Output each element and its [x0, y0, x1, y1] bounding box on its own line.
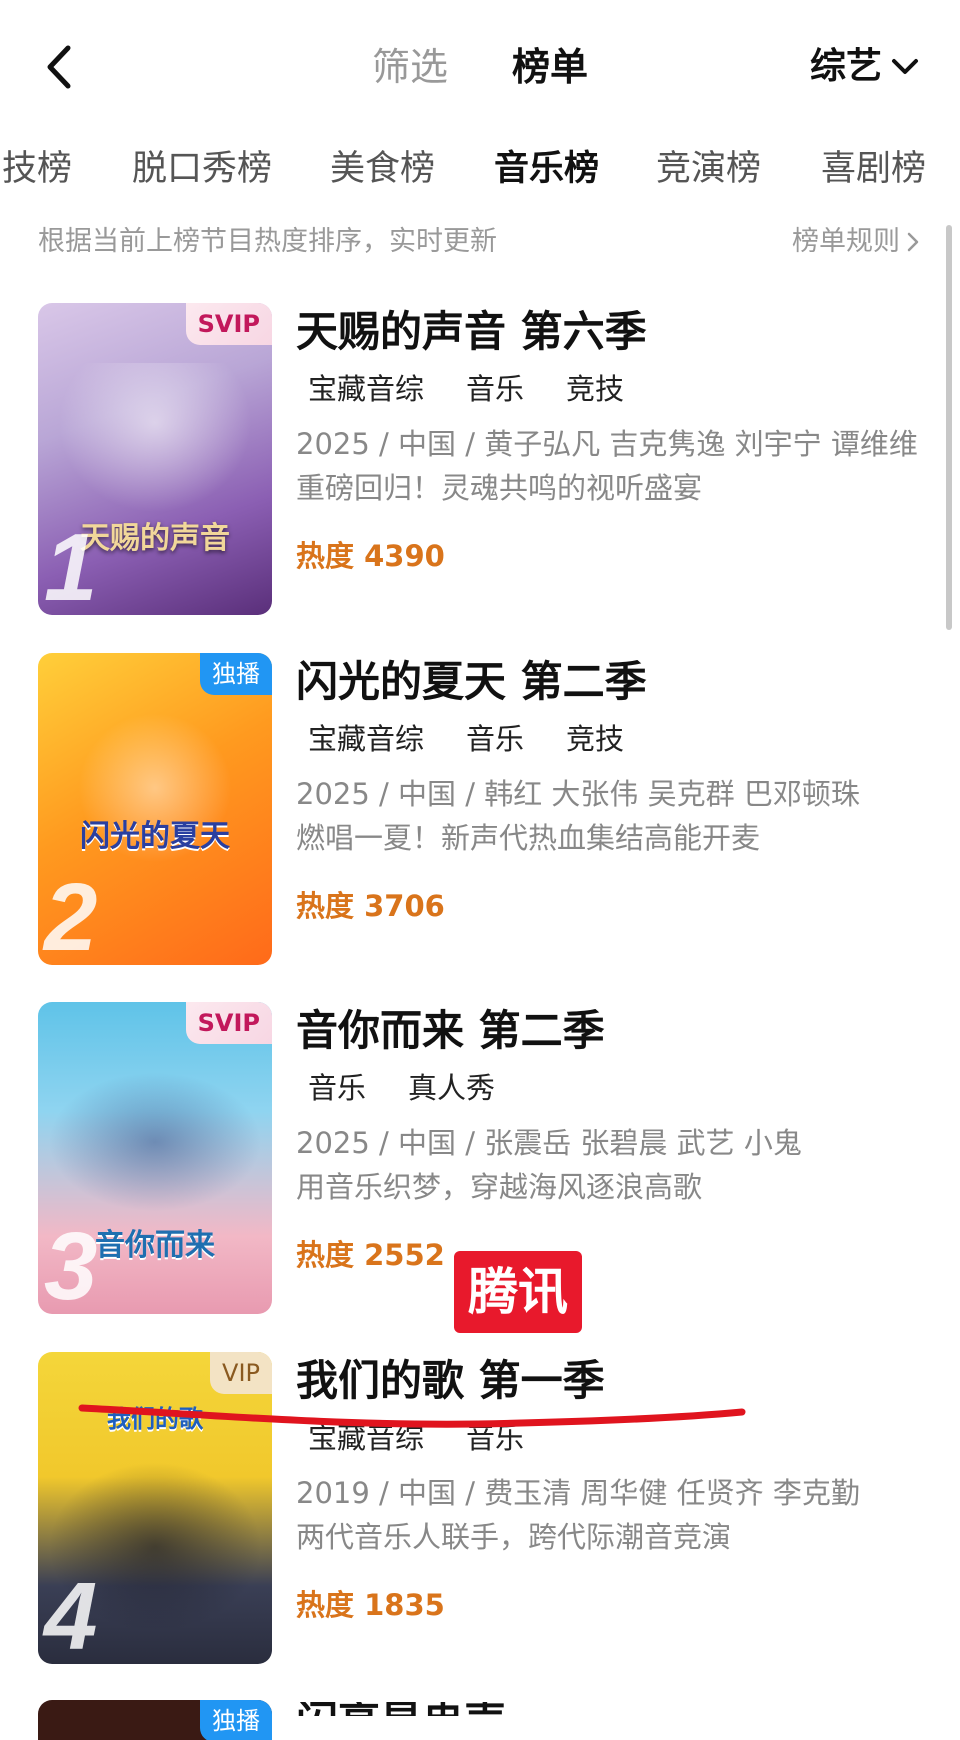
heat-score: 热度 2552: [296, 1238, 445, 1272]
show-title[interactable]: 音你而来 第二季: [296, 1002, 605, 1060]
poster-image[interactable]: 独播: [38, 1700, 272, 1740]
list-item[interactable]: 闪光的夏天 2 独播 闪光的夏天 第二季 宝藏音综 音乐 竞技 2025 / 中…: [38, 653, 928, 968]
tab-chart[interactable]: 榜单: [512, 44, 588, 90]
back-button[interactable]: [40, 42, 80, 92]
show-description: 燃唱一夏！新声代热血集结高能开麦: [296, 821, 761, 855]
exclusive-badge: 独播: [200, 1700, 272, 1740]
tag-list: 音乐 真人秀: [308, 1068, 495, 1108]
subtab-tech[interactable]: 技榜: [2, 146, 72, 192]
show-description: 重磅回归！灵魂共鸣的视听盛宴: [296, 471, 703, 505]
exclusive-badge: 独播: [200, 653, 272, 695]
show-meta: 2019 / 中国 / 费玉清 周华健 任贤齐 李克勤: [296, 1476, 860, 1510]
scrollbar[interactable]: [946, 225, 952, 630]
tag[interactable]: 音乐: [308, 1068, 366, 1108]
subtab-competition[interactable]: 竞演榜: [656, 146, 761, 192]
subtab-talkshow[interactable]: 脱口秀榜: [132, 146, 272, 192]
poster-artwork: [58, 363, 252, 513]
tencent-stamp: 腾讯: [454, 1251, 582, 1333]
top-bar: 筛选 榜单 综艺: [0, 0, 960, 135]
rank-number: 4: [44, 1563, 98, 1664]
vip-badge: VIP: [210, 1352, 272, 1394]
poster-image[interactable]: 闪光的夏天 2 独播: [38, 653, 272, 965]
rank-number: 2: [44, 864, 98, 965]
tag[interactable]: 竞技: [566, 719, 624, 759]
rank-number: 3: [44, 1213, 98, 1314]
poster-image[interactable]: 音你而来 3 SVIP: [38, 1002, 272, 1314]
tag-list: 宝藏音综 音乐 竞技: [308, 369, 624, 409]
heat-score: 热度 1835: [296, 1588, 445, 1622]
svip-badge: SVIP: [185, 303, 272, 345]
tag[interactable]: 宝藏音综: [308, 369, 424, 409]
show-title[interactable]: 闪亮星冉声: [296, 1702, 506, 1716]
svip-badge: SVIP: [185, 1002, 272, 1044]
ranking-description: 根据当前上榜节目热度排序，实时更新: [38, 226, 497, 257]
poster-image[interactable]: 天赐的声音 1 SVIP: [38, 303, 272, 615]
chart-rules-label: 榜单规则: [792, 226, 900, 257]
red-underline-mark: [78, 1404, 746, 1428]
chevron-down-icon: [892, 59, 918, 74]
heat-score: 热度 4390: [296, 539, 445, 573]
poster-caption: 闪光的夏天: [80, 819, 230, 854]
show-description: 两代音乐人联手，跨代际潮音竞演: [296, 1520, 732, 1554]
rank-number: 1: [44, 514, 98, 615]
poster-artwork: [48, 1072, 262, 1212]
subtab-music[interactable]: 音乐榜: [494, 146, 599, 192]
tag[interactable]: 真人秀: [408, 1068, 495, 1108]
heat-score: 热度 3706: [296, 889, 445, 923]
show-meta: 2025 / 中国 / 韩红 大张伟 吴克群 巴邓顿珠: [296, 777, 860, 811]
chevron-left-icon: [47, 45, 71, 89]
chart-rules-link[interactable]: 榜单规则: [792, 224, 920, 260]
category-dropdown[interactable]: 综艺: [810, 44, 920, 90]
tab-filter[interactable]: 筛选: [372, 44, 448, 90]
tag-list: 宝藏音综 音乐 竞技: [308, 719, 624, 759]
show-meta: 2025 / 中国 / 张震岳 张碧晨 武艺 小鬼: [296, 1126, 802, 1160]
chart-category-tabs: 技榜 脱口秀榜 美食榜 音乐榜 竞演榜 喜剧榜: [0, 146, 960, 196]
show-title[interactable]: 天赐的声音 第六季: [296, 303, 647, 361]
tag[interactable]: 宝藏音综: [308, 719, 424, 759]
poster-image[interactable]: 我们的歌 4 VIP: [38, 1352, 272, 1664]
tag[interactable]: 音乐: [466, 719, 524, 759]
chevron-right-icon: [907, 232, 919, 252]
show-meta: 2025 / 中国 / 黄子弘凡 吉克隽逸 刘宇宁 谭维维: [296, 427, 918, 461]
tag[interactable]: 音乐: [466, 369, 524, 409]
subtab-food[interactable]: 美食榜: [330, 146, 435, 192]
category-label: 综艺: [809, 46, 882, 87]
tag[interactable]: 竞技: [566, 369, 624, 409]
show-description: 用音乐织梦，穿越海风逐浪高歌: [296, 1170, 703, 1204]
subtab-comedy[interactable]: 喜剧榜: [821, 146, 926, 192]
show-title[interactable]: 闪光的夏天 第二季: [296, 653, 647, 711]
list-item[interactable]: 天赐的声音 1 SVIP 天赐的声音 第六季 宝藏音综 音乐 竞技 2025 /…: [38, 303, 928, 618]
